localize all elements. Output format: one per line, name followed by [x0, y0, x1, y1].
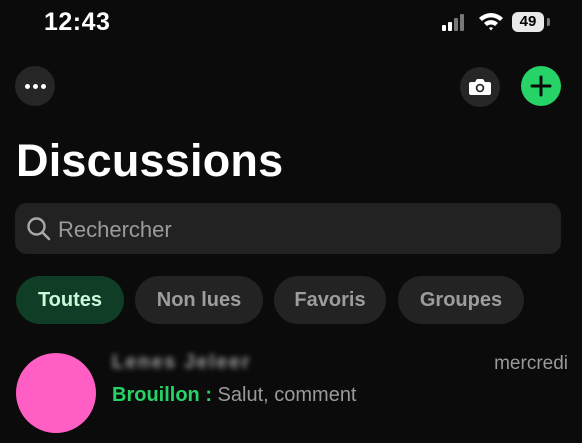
draft-label: Brouillon :	[112, 384, 212, 406]
ellipsis-icon	[15, 66, 55, 106]
filter-chip-favorites[interactable]: Favoris	[274, 276, 386, 324]
filter-chip-groups[interactable]: Groupes	[398, 276, 524, 324]
battery-tip	[547, 18, 550, 26]
filter-chip-unread[interactable]: Non lues	[135, 276, 263, 324]
search-placeholder: Rechercher	[58, 217, 172, 242]
chat-timestamp: mercredi	[494, 353, 568, 374]
battery-icon: 49	[512, 12, 544, 32]
camera-button[interactable]	[460, 67, 500, 107]
message-preview: Brouillon : Salut, comment	[112, 384, 357, 407]
new-chat-button[interactable]	[521, 66, 561, 106]
cellular-signal-icon	[442, 13, 468, 31]
page-title: Discussions	[16, 135, 284, 186]
wifi-icon	[479, 13, 503, 31]
avatar	[16, 353, 96, 433]
contact-name: Lenes Jeleer	[112, 352, 252, 373]
search-icon	[27, 217, 51, 241]
more-options-button[interactable]	[15, 66, 55, 106]
preview-text: Salut, comment	[217, 384, 357, 406]
status-time: 12:43	[44, 8, 111, 36]
battery-level: 49	[519, 13, 537, 30]
filter-chip-all[interactable]: Toutes	[16, 276, 124, 324]
search-bar[interactable]: Rechercher	[15, 203, 561, 254]
camera-icon	[469, 79, 491, 95]
status-bar: 12:43 49	[0, 0, 582, 48]
plus-icon	[530, 75, 552, 97]
